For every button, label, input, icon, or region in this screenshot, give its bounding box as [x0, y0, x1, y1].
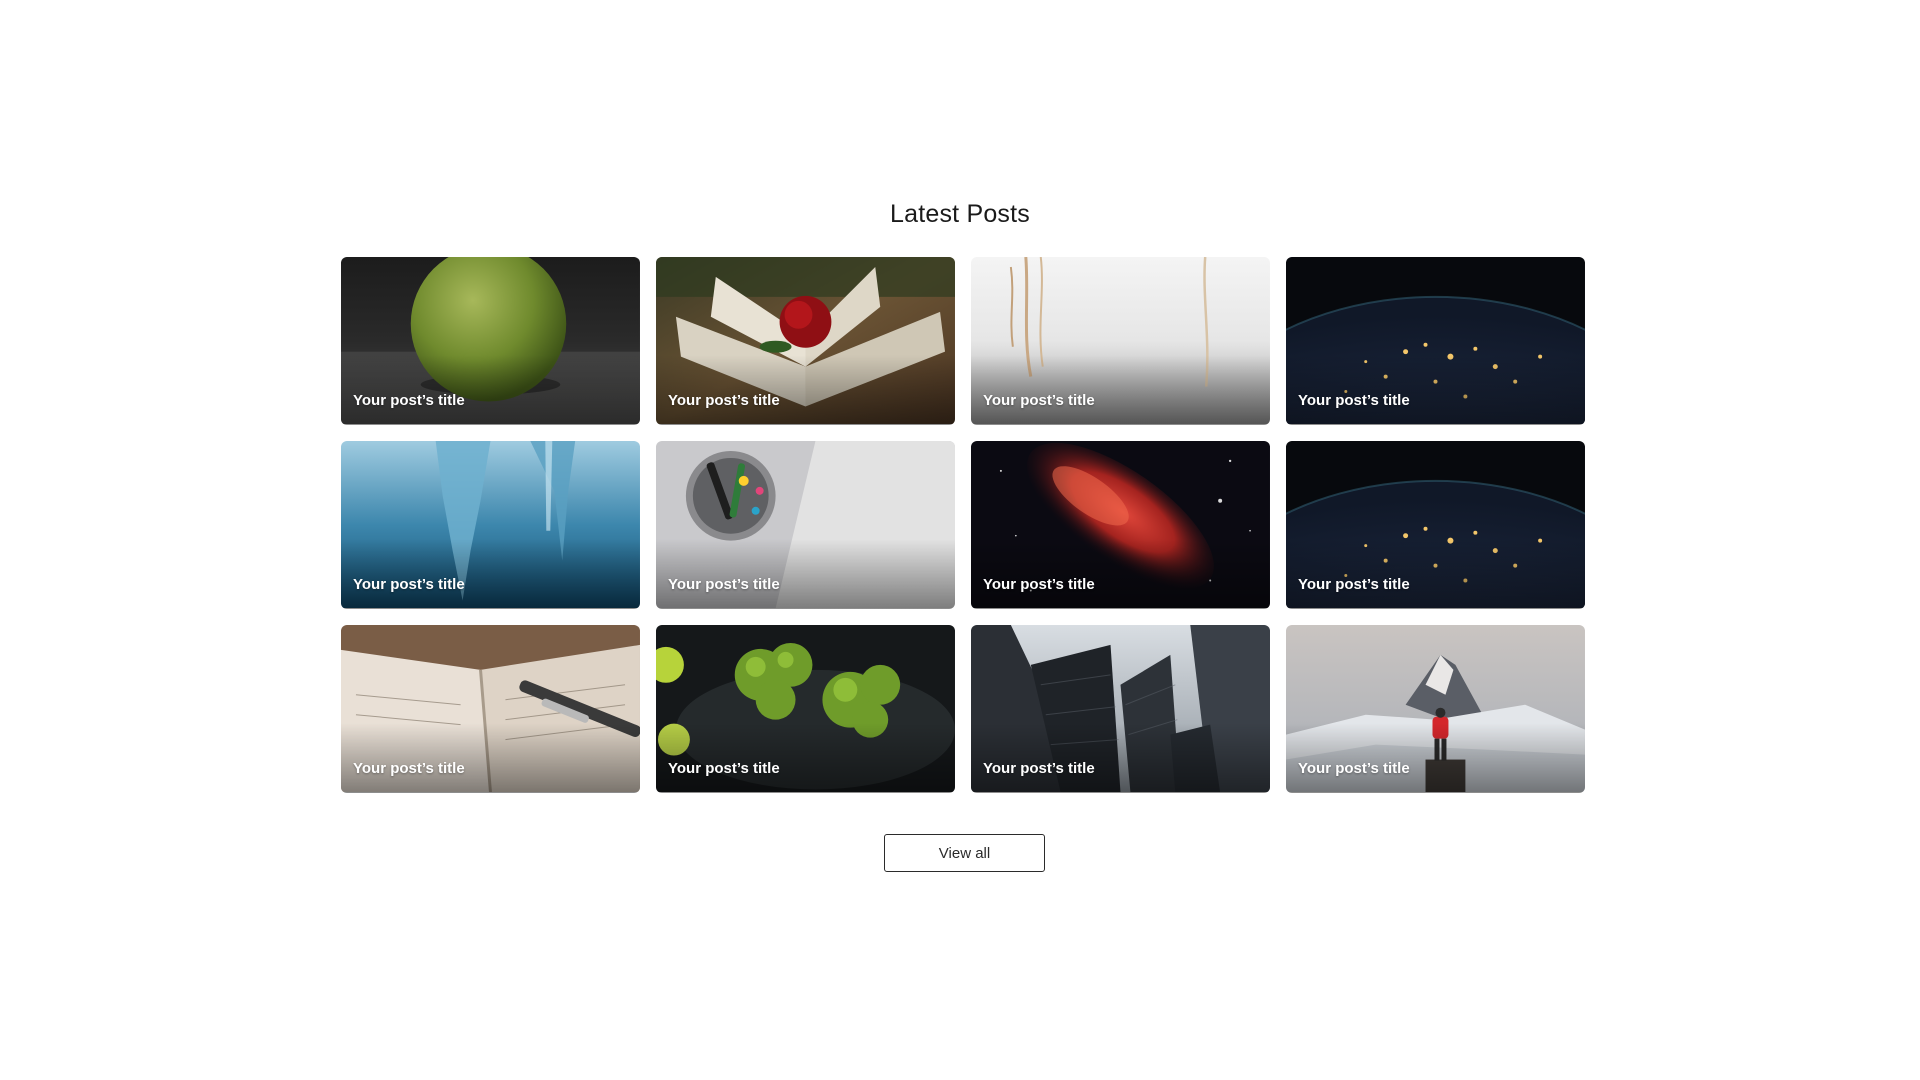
post-card[interactable]: Your post’s title: [656, 441, 955, 609]
post-card[interactable]: Your post’s title: [341, 257, 640, 425]
post-card[interactable]: Your post’s title: [971, 257, 1270, 425]
post-title: Your post’s title: [1298, 392, 1410, 409]
post-card[interactable]: Your post’s title: [1286, 257, 1585, 425]
post-card[interactable]: Your post’s title: [656, 257, 955, 425]
post-title: Your post’s title: [353, 392, 465, 409]
post-title: Your post’s title: [1298, 576, 1410, 593]
post-card[interactable]: Your post’s title: [1286, 441, 1585, 609]
post-title: Your post’s title: [983, 760, 1095, 777]
post-card[interactable]: Your post’s title: [971, 441, 1270, 609]
post-card[interactable]: Your post’s title: [1286, 625, 1585, 793]
post-title: Your post’s title: [668, 576, 780, 593]
post-card[interactable]: Your post’s title: [341, 625, 640, 793]
latest-posts-section: Latest Posts Your post’s title Your post…: [0, 0, 1920, 1080]
post-title: Your post’s title: [983, 576, 1095, 593]
post-title: Your post’s title: [1298, 760, 1410, 777]
post-title: Your post’s title: [668, 392, 780, 409]
post-title: Your post’s title: [668, 760, 780, 777]
post-card[interactable]: Your post’s title: [656, 625, 955, 793]
post-card[interactable]: Your post’s title: [341, 441, 640, 609]
section-title: Latest Posts: [890, 200, 1030, 228]
post-title: Your post’s title: [983, 392, 1095, 409]
posts-grid: Your post’s title Your post’s title Your…: [341, 257, 1586, 793]
view-all-button[interactable]: View all: [884, 834, 1045, 872]
post-title: Your post’s title: [353, 760, 465, 777]
post-title: Your post’s title: [353, 576, 465, 593]
post-card[interactable]: Your post’s title: [971, 625, 1270, 793]
